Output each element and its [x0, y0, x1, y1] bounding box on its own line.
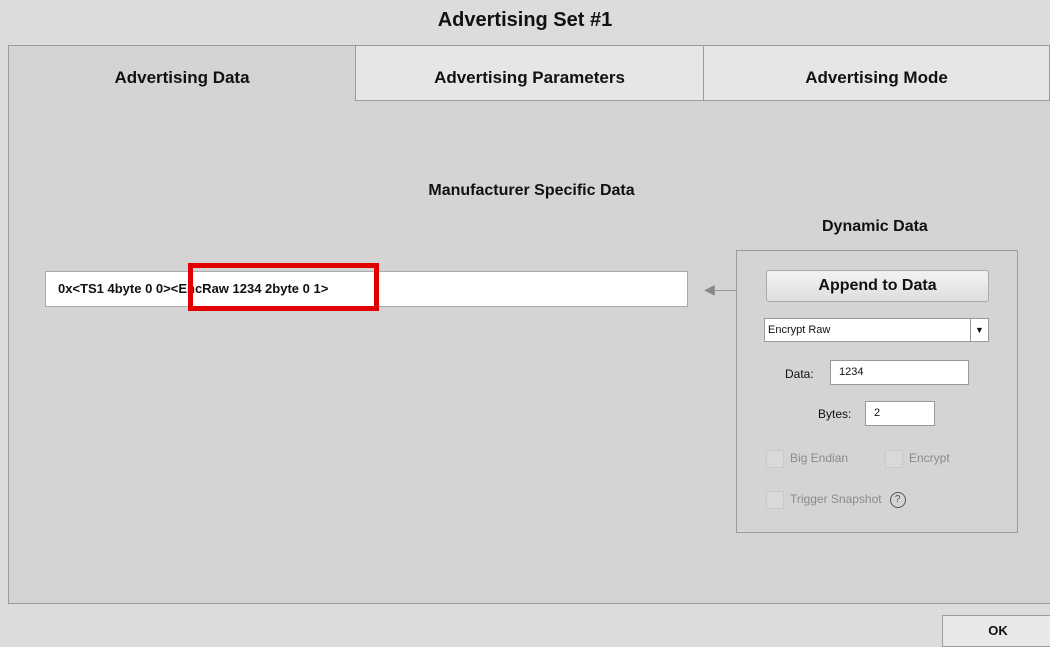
bytes-label: Bytes: [818, 407, 852, 421]
tab-advertising-data[interactable]: Advertising Data [8, 45, 356, 103]
data-input[interactable]: 1234 [830, 360, 969, 385]
help-icon[interactable]: ? [889, 492, 906, 508]
data-label: Data: [785, 367, 814, 381]
big-endian-label: Big Endian [790, 451, 849, 466]
ok-button[interactable]: OK [942, 615, 1050, 647]
trigger-snapshot-checkbox[interactable] [766, 491, 784, 509]
trigger-snapshot-label: Trigger Snapshot [790, 492, 882, 507]
bytes-input[interactable]: 2 [865, 401, 935, 426]
data-token-ts1: 0x<TS1 4byte 0 0> [58, 281, 171, 296]
manufacturer-data-heading: Manufacturer Specific Data [428, 182, 635, 199]
tab-advertising-mode[interactable]: Advertising Mode [703, 45, 1050, 101]
dynamic-type-select[interactable]: Encrypt Raw ▼ [764, 318, 989, 342]
dynamic-type-value: Encrypt Raw [768, 324, 831, 336]
window-title: Advertising Set #1 [437, 9, 613, 31]
encrypt-option[interactable]: Encrypt [885, 450, 950, 468]
trigger-snapshot-option[interactable]: Trigger Snapshot? [766, 491, 906, 509]
big-endian-option[interactable]: Big Endian [766, 450, 848, 468]
tab-bar: Advertising Data Advertising Parameters … [8, 45, 1050, 103]
chevron-down-icon[interactable]: ▼ [970, 319, 988, 341]
arrow-connector [712, 290, 738, 291]
append-to-data-button[interactable]: Append to Data [766, 270, 989, 302]
dynamic-data-heading: Dynamic Data [822, 218, 928, 235]
encrypt-label: Encrypt [909, 451, 950, 466]
encrypt-checkbox[interactable] [885, 450, 903, 468]
tab-advertising-parameters[interactable]: Advertising Parameters [355, 45, 704, 101]
arrow-left-icon: ◀ [704, 281, 715, 297]
highlight-box [188, 263, 379, 311]
big-endian-checkbox[interactable] [766, 450, 784, 468]
